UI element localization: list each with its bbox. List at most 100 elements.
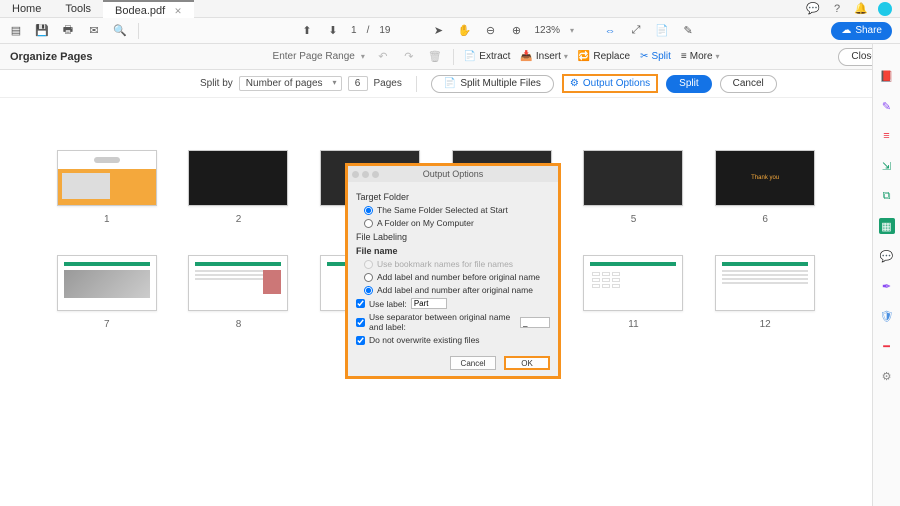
tool-more-icon[interactable]: ⚙ [879,368,895,384]
label-before-radio[interactable]: Add label and number before original nam… [364,272,550,282]
sign-icon[interactable]: ✎ [680,23,696,39]
page-thumb-11[interactable]: 11 [577,255,691,330]
print-icon[interactable]: 🖶 [60,23,76,39]
no-overwrite-check[interactable]: Do not overwrite existing files [356,335,550,345]
splitby-label: Split by [200,78,233,89]
split-button[interactable]: Split [666,75,711,93]
label-input[interactable] [411,298,447,309]
page-number: 5 [631,214,637,225]
tab-document-label: Bodea.pdf [115,5,165,17]
page-up-icon[interactable]: ⬆ [299,23,315,39]
page-down-icon[interactable]: ⬇ [325,23,341,39]
zoom-out-icon[interactable]: ⊖ [482,23,498,39]
page-thumb-1[interactable]: 1 [50,150,164,225]
separator-input[interactable] [520,317,550,328]
split-count-input[interactable]: 6 [348,76,368,91]
rotate-left-icon[interactable]: ↶ [375,49,391,65]
dialog-title: Output Options [423,169,484,179]
tool-protect-icon[interactable]: 🛡 [879,308,895,324]
separator [453,49,454,65]
page-range-label: Enter Page Range [273,51,355,62]
tool-sign-icon[interactable]: ✒ [879,278,895,294]
organize-pages-title: Organize Pages [10,51,93,63]
tab-home[interactable]: Home [0,0,53,18]
sidebar-toggle-icon[interactable]: ▤ [8,23,24,39]
page-thumb-6[interactable]: 6 [708,150,822,225]
dialog-ok-button[interactable]: OK [504,356,550,370]
split-tool-button[interactable]: ✂Split [640,51,671,62]
fit-page-icon[interactable]: ⤢ [628,23,644,39]
extract-button[interactable]: 📄Extract [464,51,511,62]
tab-document[interactable]: Bodea.pdf ✕ [103,0,194,18]
insert-button[interactable]: 📥Insert▾ [520,51,567,62]
page-number: 8 [236,319,242,330]
tool-comment-icon[interactable]: 💬 [879,248,895,264]
chevron-down-icon[interactable]: ▾ [570,26,574,35]
share-button[interactable]: Share [831,22,892,40]
pointer-icon[interactable]: ➤ [430,23,446,39]
dialog-cancel-button[interactable]: Cancel [450,356,496,370]
page-thumb-5[interactable]: 5 [577,150,691,225]
delete-icon[interactable]: 🗑 [427,49,443,65]
zoom-in-icon[interactable]: ⊕ [508,23,524,39]
mail-icon[interactable]: ✉ [86,23,102,39]
page-number: 7 [104,319,110,330]
page-number: 6 [762,214,768,225]
separator [416,76,417,92]
page-number: 1 [104,214,110,225]
use-separator-check[interactable]: Use separator between original name and … [356,312,550,332]
tool-create-pdf-icon[interactable]: 📕 [879,68,895,84]
replace-button[interactable]: 🔁Replace [578,51,630,62]
file-labeling-heading: File Labeling [356,232,550,242]
use-bookmark-radio: Use bookmark names for file names [364,259,550,269]
avatar[interactable] [878,2,892,16]
fit-width-icon[interactable]: ⇔ [602,23,618,39]
split-multiple-files-button[interactable]: 📄Split Multiple Files [431,75,554,93]
page-range-input[interactable]: Enter Page Range ▾ [273,51,365,62]
page-thumb-12[interactable]: 12 [708,255,822,330]
separator [138,23,139,39]
tool-redact-icon[interactable]: ━ [879,338,895,354]
page-sep: / [367,25,370,36]
search-icon[interactable]: 🔍 [112,23,128,39]
page-thumb-7[interactable]: 7 [50,255,164,330]
split-mode-select[interactable]: Number of pages [239,76,342,91]
file-name-heading: File name [356,246,550,256]
output-options-button[interactable]: ⚙Output Options [562,74,658,93]
page-thumb-2[interactable]: 2 [182,150,296,225]
more-button[interactable]: ≡More▾ [681,51,720,62]
zoom-value[interactable]: 123% [534,25,560,36]
tool-form-icon[interactable]: ≡ [879,128,895,144]
traffic-lights[interactable] [352,171,379,178]
hand-icon[interactable]: ✋ [456,23,472,39]
tool-export-icon[interactable]: ⇲ [879,158,895,174]
page-number: 2 [236,214,242,225]
tool-combine-icon[interactable]: ⧉ [879,188,895,204]
same-folder-radio[interactable]: The Same Folder Selected at Start [364,205,550,215]
output-options-dialog: Output Options Target Folder The Same Fo… [345,163,561,379]
use-label-check[interactable]: Use label: [356,298,550,309]
save-icon[interactable]: 💾 [34,23,50,39]
rotate-right-icon[interactable]: ↷ [401,49,417,65]
chat-icon[interactable]: 💬 [806,2,820,16]
my-computer-radio[interactable]: A Folder on My Computer [364,218,550,228]
page-number: 11 [628,319,638,330]
page-current[interactable]: 1 [351,25,357,36]
target-folder-heading: Target Folder [356,192,550,202]
page-number: 12 [760,319,771,330]
tool-edit-pdf-icon[interactable]: ✎ [879,98,895,114]
cancel-button[interactable]: Cancel [720,75,777,93]
read-mode-icon[interactable]: 📄 [654,23,670,39]
dialog-title-bar: Output Options [348,166,558,182]
close-tab-icon[interactable]: ✕ [174,6,182,16]
bell-icon[interactable]: 🔔 [854,2,868,16]
page-total: 19 [379,25,390,36]
help-icon[interactable]: ? [830,2,844,16]
right-sidebar: 📕 ✎ ≡ ⇲ ⧉ ▦ 💬 ✒ 🛡 ━ ⚙ [872,44,900,506]
page-thumb-8[interactable]: 8 [182,255,296,330]
tool-organize-icon[interactable]: ▦ [879,218,895,234]
tab-tools[interactable]: Tools [53,0,103,18]
chevron-down-icon: ▾ [361,52,365,61]
label-after-radio[interactable]: Add label and number after original name [364,285,550,295]
pages-label: Pages [374,78,402,89]
